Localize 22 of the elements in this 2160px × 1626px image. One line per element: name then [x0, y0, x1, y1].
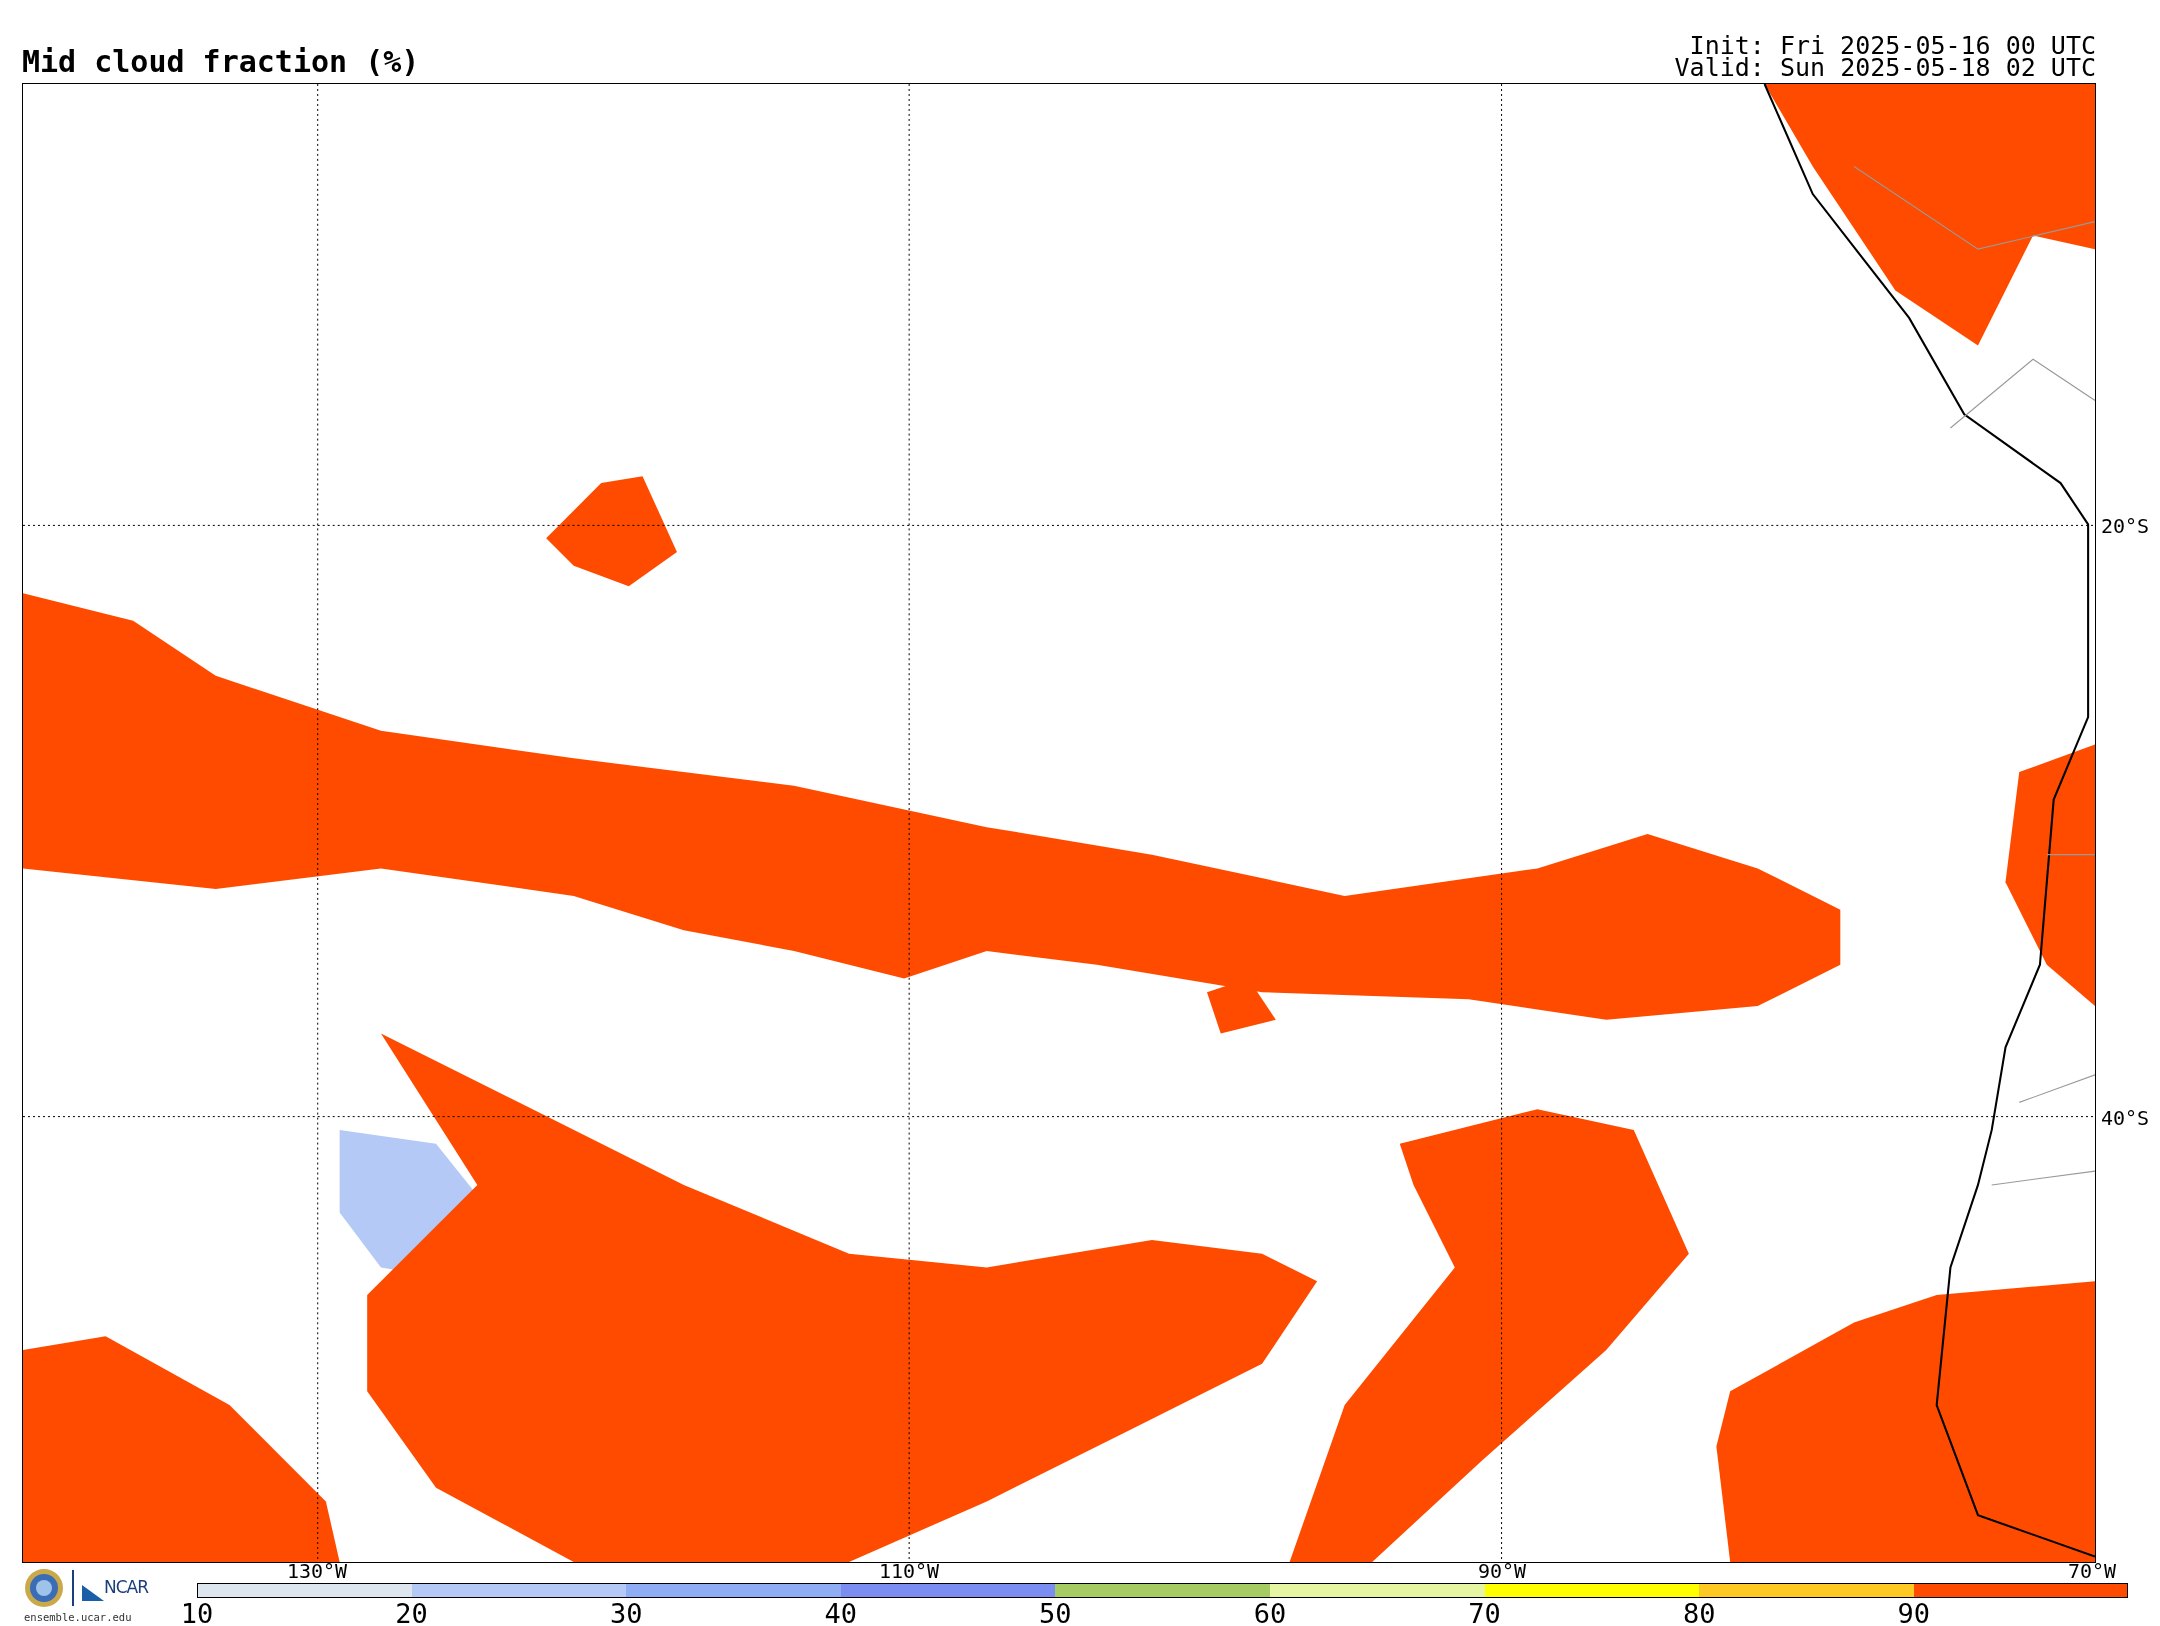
latitude-label: 20°S — [2101, 516, 2150, 536]
tick-label: 60 — [1253, 1600, 1287, 1626]
tick-label: 50 — [1039, 1600, 1072, 1626]
chart-title: Mid cloud fraction (%) — [22, 47, 420, 77]
divider-icon — [72, 1570, 74, 1606]
valid-time: Valid: Sun 2025-05-18 02 UTC — [1674, 57, 2096, 79]
tick-label: 80 — [1682, 1600, 1716, 1626]
tick-label: 10 — [180, 1600, 214, 1626]
tick-label: 20 — [395, 1600, 428, 1626]
tick-label: 30 — [609, 1600, 643, 1626]
seal-icon — [24, 1568, 64, 1608]
longitude-label: 130°W — [286, 1561, 348, 1581]
longitude-label: 110°W — [878, 1561, 940, 1581]
logo-text: NCAR — [104, 1576, 149, 1600]
tick-label: 90 — [1897, 1600, 1930, 1626]
init-time: Init: Fri 2025-05-16 00 UTC — [1689, 35, 2096, 57]
latitude-label: 40°S — [2101, 1108, 2150, 1128]
longitude-label: 70°W — [2067, 1561, 2117, 1581]
tick-label: 40 — [824, 1600, 858, 1626]
tick-label: 70 — [1468, 1600, 1501, 1626]
triangle-icon — [82, 1584, 104, 1601]
longitude-label: 90°W — [1477, 1561, 1527, 1581]
